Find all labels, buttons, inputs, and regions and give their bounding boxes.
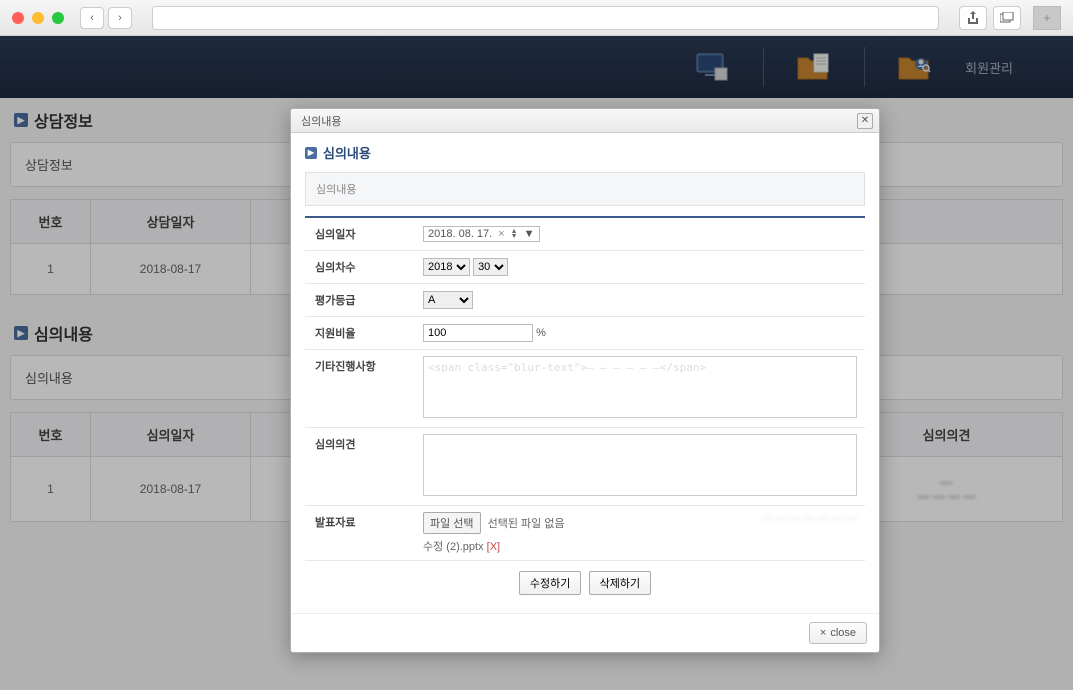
other-textarea[interactable]: <span class="blur-text">— — — — — —</spa… [423,356,857,418]
review-form: 심의일자 2018. 08. 17. × ▲▼ ▼ 심의차수 2018 30 [305,216,865,561]
opinion-textarea[interactable] [423,434,857,496]
window-minimize-button[interactable] [32,12,44,24]
back-button[interactable]: ‹ [80,7,104,29]
year-select[interactable]: 2018 [423,258,470,276]
tabs-icon [1000,12,1014,24]
modal-actions: 수정하기 삭제하기 [305,561,865,599]
delete-button[interactable]: 삭제하기 [589,571,651,595]
date-input[interactable]: 2018. 08. 17. × ▲▼ ▼ [423,226,540,242]
edit-button[interactable]: 수정하기 [519,571,581,595]
window-close-button[interactable] [12,12,24,24]
label-count: 심의차수 [305,251,415,284]
modal-section-title: ▶ 심의내용 [305,143,865,162]
close-label: close [830,627,856,639]
window-zoom-button[interactable] [52,12,64,24]
modal-subbar: 심의내용 [305,172,865,206]
count-select[interactable]: 30 [473,258,508,276]
label-grade: 평가등급 [305,284,415,317]
chevron-right-icon: ▶ [305,147,317,159]
review-modal: 심의내용 ✕ ▶ 심의내용 심의내용 심의일자 2018. 08. 17. × … [290,108,880,653]
ratio-unit: % [536,327,546,339]
ratio-input[interactable] [423,324,533,342]
date-value: 2018. 08. 17. [428,228,492,240]
file-attachment: 수정 (2).pptx [X] [423,538,857,554]
close-x-icon: × [820,627,826,639]
url-bar[interactable] [152,6,939,30]
date-stepper[interactable]: ▲▼ [511,229,518,239]
file-remove-button[interactable]: [X] [487,541,500,553]
new-tab-button[interactable]: + [1033,6,1061,30]
label-opinion: 심의의견 [305,428,415,506]
file-name-label: 수정 (2).pptx [423,541,484,553]
forward-button[interactable]: › [108,7,132,29]
label-ratio: 지원비율 [305,317,415,350]
label-file: 발표자료 [305,506,415,561]
close-button[interactable]: × close [809,622,867,644]
date-clear-icon[interactable]: × [498,228,504,240]
file-none-label: 선택된 파일 없음 [488,518,565,530]
share-button[interactable] [959,6,987,30]
file-blur: — — — — — — — [762,512,857,524]
modal-titlebar: 심의내용 ✕ [291,109,879,133]
tabs-button[interactable] [993,6,1021,30]
label-date: 심의일자 [305,217,415,251]
modal-close-button[interactable]: ✕ [857,113,873,129]
share-icon [967,11,979,25]
grade-select[interactable]: A [423,291,473,309]
modal-footer: × close [291,613,879,652]
file-select-button[interactable]: 파일 선택 [423,512,481,534]
close-icon: ✕ [861,115,869,126]
browser-chrome: ‹ › + [0,0,1073,36]
modal-title: 심의내용 [301,113,341,129]
label-other: 기타진행사항 [305,350,415,428]
chevron-down-icon[interactable]: ▼ [524,228,535,240]
